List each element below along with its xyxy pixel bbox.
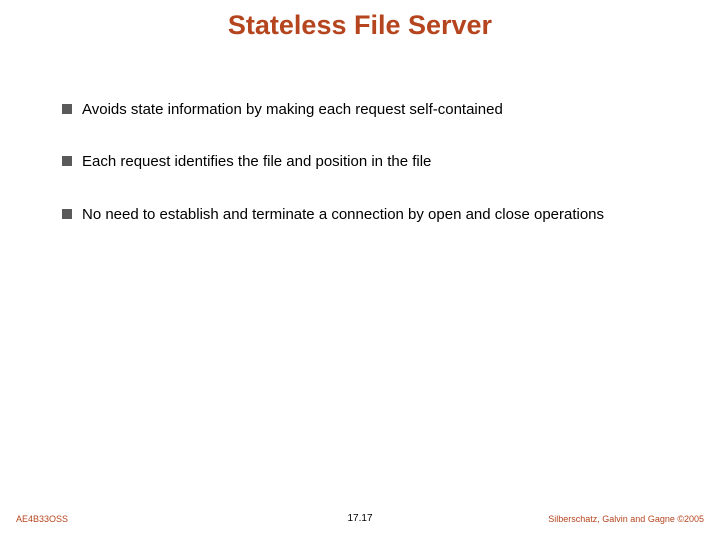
square-bullet-icon (62, 209, 72, 219)
square-bullet-icon (62, 156, 72, 166)
square-bullet-icon (62, 104, 72, 114)
slide-title: Stateless File Server (0, 0, 720, 41)
slide-content: Avoids state information by making each … (62, 100, 690, 257)
bullet-text: Avoids state information by making each … (82, 100, 503, 120)
list-item: No need to establish and terminate a con… (62, 205, 690, 225)
footer-attribution: Silberschatz, Galvin and Gagne ©2005 (548, 514, 704, 524)
list-item: Avoids state information by making each … (62, 100, 690, 120)
bullet-text: Each request identifies the file and pos… (82, 152, 431, 172)
bullet-text: No need to establish and terminate a con… (82, 205, 604, 225)
list-item: Each request identifies the file and pos… (62, 152, 690, 172)
slide: Stateless File Server Avoids state infor… (0, 0, 720, 540)
